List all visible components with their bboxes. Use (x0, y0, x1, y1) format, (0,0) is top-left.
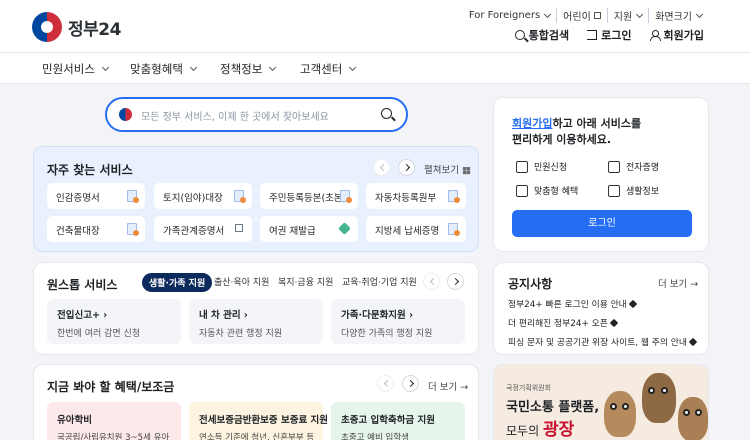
tab-life-family[interactable]: 생활·가족 지원 (142, 273, 213, 292)
user-add-icon (649, 30, 661, 41)
benefits-panel: 지금 봐야 할 혜택/보조금 더 보기 → 유아학비 국공립/사립유치원 3~5… (33, 364, 479, 440)
search-input[interactable]: 모든 정부 서비스, 이제 한 곳에서 찾아보세요 (141, 108, 329, 123)
chevron-down-icon (636, 10, 644, 18)
chevron-down-icon (189, 63, 197, 72)
nav-customer-center[interactable]: 고객센터 (300, 61, 357, 77)
header-actions: 통합검색 로그인 회원가입 (514, 27, 704, 43)
external-link-icon (235, 224, 243, 232)
login-button[interactable]: 로그인 (587, 27, 632, 43)
notice-panel: 공지사항 더 보기 → 정부24+ 빠른 로그인 이용 안내 더 편리해진 정부… (493, 262, 709, 355)
notice-item[interactable]: 정부24+ 빠른 로그인 이용 안내 (508, 297, 638, 310)
member-message: 회원가입하고 아래 서비스를 편리하게 이용하세요. (512, 117, 642, 146)
notice-title: 공지사항 (508, 277, 553, 291)
promo-banner[interactable]: 국정기획위원회 국민소통 플랫폼, 모두의 광장 (493, 364, 709, 440)
external-link-icon (593, 12, 601, 19)
search-all-button[interactable]: 통합검색 (514, 27, 569, 43)
tab-welfare-finance[interactable]: 복지·금융 지원 (278, 275, 333, 288)
tab-birth-childcare[interactable]: 출산·육아 지원 (214, 275, 269, 288)
tab-education-job[interactable]: 교육·취업·기업 지원 (342, 275, 417, 288)
for-foreigners-link[interactable]: For Foreigners (463, 8, 556, 23)
service-chip[interactable]: 인감증명서 (47, 183, 145, 209)
member-login-button[interactable]: 로그인 (512, 210, 692, 237)
chevron-down-icon (349, 63, 357, 72)
chevron-down-icon (544, 10, 552, 18)
next-arrow-icon[interactable] (402, 375, 419, 392)
onestop-services-panel: 원스톱 서비스 생활·가족 지원 출산·육아 지원 복지·금융 지원 교육·취업… (33, 262, 479, 355)
document-icon (340, 190, 352, 203)
chevron-down-icon (695, 10, 704, 18)
chevron-down-icon (269, 63, 277, 72)
chevron-down-icon (101, 63, 109, 72)
kids-link[interactable]: 어린이 (556, 8, 607, 23)
expand-link[interactable]: 펼쳐보기 ▦ (424, 162, 471, 176)
life-info-link[interactable]: 생활정보 (608, 184, 659, 197)
taegeuk-logo-icon (32, 12, 62, 42)
signup-button[interactable]: 회원가입 (649, 27, 704, 43)
prev-arrow-icon[interactable] (377, 375, 394, 392)
nav-policy-info[interactable]: 정책정보 (220, 61, 277, 77)
e-certificate-link[interactable]: 전자증명 (608, 160, 659, 173)
search-icon (514, 30, 525, 40)
banner-org: 국정기획위원회 (506, 384, 552, 392)
logo-text: 정부24 (68, 19, 121, 40)
main-nav: 민원서비스 맞춤형혜택 정책정보 고객센터 (0, 52, 750, 84)
site-logo[interactable]: 정부24 (32, 12, 121, 42)
screen-size-menu[interactable]: 화면크기 (648, 8, 708, 23)
onestop-box[interactable]: 전입신고+ › 한번에 여러 감면 신청 (47, 299, 181, 344)
document-icon (127, 190, 139, 203)
search-bar[interactable]: 모든 정부 서비스, 이제 한 곳에서 찾아보세요 (105, 97, 408, 132)
next-arrow-icon[interactable] (398, 159, 415, 176)
support-menu[interactable]: 지원 (606, 8, 648, 23)
document-icon (448, 223, 460, 236)
member-panel: 회원가입하고 아래 서비스를 편리하게 이용하세요. 민원신청 전자증명 맞춤형… (493, 97, 709, 252)
onestop-title: 원스톱 서비스 (47, 278, 118, 292)
benefit-card[interactable]: 초중고 입학축하금 지원 초중고 예비 입학생 (331, 402, 465, 440)
notice-more-link[interactable]: 더 보기 → (658, 276, 698, 290)
notice-item[interactable]: 더 편리해진 정부24+ 오픈 (508, 316, 619, 329)
banner-headline: 국민소통 플랫폼, (506, 400, 600, 415)
document-check-icon (516, 160, 528, 173)
document-icon (448, 190, 460, 203)
taegeuk-icon (119, 108, 132, 121)
certificate-icon (608, 160, 620, 173)
benefit-card[interactable]: 전세보증금반환보증 보증료 지원 연소득 기준에 청년, 신혼부부 등 (189, 402, 328, 440)
frequent-services-title: 자주 찾는 서비스 (47, 163, 133, 177)
pin-icon (609, 318, 619, 327)
nav-custom-benefit[interactable]: 맞춤형혜택 (130, 61, 197, 77)
pin-icon (688, 337, 698, 346)
banner-subline: 모두의 광장 (506, 420, 575, 440)
custom-benefit-link[interactable]: 맞춤형 혜택 (516, 184, 578, 197)
benefits-more-link[interactable]: 더 보기 → (428, 379, 468, 393)
top-header: 정부24 For Foreigners 어린이 지원 화면크기 통합검색 로그인… (0, 0, 750, 52)
pen-icon (338, 222, 351, 235)
search-icon[interactable] (381, 108, 392, 119)
onestop-box[interactable]: 내 차 관리 › 자동차 관련 행정 지원 (189, 299, 323, 344)
service-chip[interactable]: 자동차등록원부 (366, 183, 466, 209)
onestop-box[interactable]: 가족·다문화지원 › 다양한 가족의 행정 지원 (331, 299, 465, 344)
document-icon (234, 190, 246, 203)
frequent-services-panel: 자주 찾는 서비스 펼쳐보기 ▦ 인감증명서 토지(임야)대장 주민등록등본(초… (33, 146, 479, 252)
service-chip[interactable]: 여권 재발급 (260, 216, 358, 242)
prev-arrow-icon[interactable] (423, 273, 440, 290)
next-arrow-icon[interactable] (447, 273, 464, 290)
service-chip[interactable]: 지방세 납세증명 (366, 216, 466, 242)
signup-link[interactable]: 회원가입 (512, 117, 552, 130)
login-icon (587, 30, 598, 40)
gift-icon (516, 184, 528, 197)
service-chip[interactable]: 가족관계증명서 (154, 216, 252, 242)
notice-item[interactable]: 피싱 문자 및 공공기관 위장 사이트, 웹 주의 안내 (508, 335, 698, 348)
nav-civil-service[interactable]: 민원서비스 (42, 61, 109, 77)
utility-menu: For Foreigners 어린이 지원 화면크기 (463, 8, 708, 23)
benefits-title: 지금 봐야 할 혜택/보조금 (47, 380, 175, 394)
service-chip[interactable]: 토지(임야)대장 (154, 183, 252, 209)
service-chip[interactable]: 건축물대장 (47, 216, 145, 242)
service-chip[interactable]: 주민등록등본(초본) (260, 183, 358, 209)
prev-arrow-icon[interactable] (373, 159, 390, 176)
pin-icon (628, 299, 638, 308)
bookmark-icon (608, 184, 620, 197)
benefit-card[interactable]: 유아학비 국공립/사립유치원 3~5세 유아 (47, 402, 181, 440)
service-apply-link[interactable]: 민원신청 (516, 160, 567, 173)
document-icon (127, 223, 139, 236)
